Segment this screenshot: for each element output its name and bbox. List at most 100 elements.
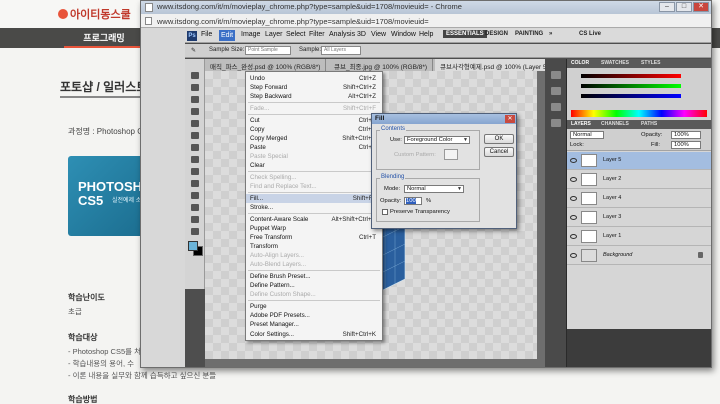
blue-slider[interactable] <box>581 94 681 98</box>
menu-item-paste[interactable]: Paste Ctrl+V <box>246 143 382 152</box>
gradient-tool-icon[interactable] <box>189 191 201 201</box>
brush-tool-icon[interactable] <box>189 155 201 165</box>
workspace-more[interactable]: » <box>549 31 552 37</box>
brush-panel-icon[interactable] <box>551 103 561 111</box>
hand-tool-icon[interactable] <box>189 227 201 237</box>
fill-dialog-titlebar[interactable]: Fill ✕ <box>372 114 516 124</box>
workspace-essentials[interactable]: ESSENTIALS <box>443 30 487 38</box>
menu-item-check-spelling[interactable]: Check Spelling... <box>246 173 382 182</box>
menu-image[interactable]: Image <box>241 31 260 38</box>
use-select[interactable]: Foreground Color ▼ <box>404 136 470 144</box>
menu-item-purge[interactable]: Purge <box>246 302 382 311</box>
red-slider[interactable] <box>581 74 681 78</box>
menu-select[interactable]: Select <box>286 31 305 38</box>
opacity-input[interactable]: 100 <box>404 197 422 205</box>
menu-item-auto-align[interactable]: Auto-Align Layers... <box>246 251 382 260</box>
green-slider[interactable] <box>581 84 681 88</box>
menu-item-define-pattern[interactable]: Define Pattern... <box>246 281 382 290</box>
layer-opacity-input[interactable]: 100% <box>671 131 701 139</box>
menu-item-preset-manager[interactable]: Preset Manager... <box>246 320 382 329</box>
crop-tool-icon[interactable] <box>189 119 201 129</box>
menu-item-step-forward[interactable]: Step Forward Shift+Ctrl+Z <box>246 83 382 92</box>
menu-item-fade[interactable]: Fade... Shift+Ctrl+F <box>246 104 382 113</box>
preserve-transparency-checkbox[interactable] <box>382 209 388 215</box>
layer-row[interactable]: Layer 1 <box>567 228 711 246</box>
menu-item-find-replace[interactable]: Find and Replace Text... <box>246 182 382 191</box>
cancel-button[interactable]: Cancel <box>484 147 514 157</box>
menu-item-transform[interactable]: Transform <box>246 242 382 251</box>
layer-row[interactable]: Layer 3 <box>567 209 711 227</box>
menu-item-fill[interactable]: Fill... Shift+F5 <box>246 194 382 203</box>
layer-row[interactable]: Layer 4 <box>567 190 711 208</box>
type-tool-icon[interactable] <box>189 215 201 225</box>
quick-select-tool-icon[interactable] <box>189 107 201 117</box>
eye-icon[interactable] <box>570 253 577 258</box>
site-logo[interactable]: 아이티동스쿨 <box>58 6 131 22</box>
layer-row[interactable]: Layer 2 <box>567 171 711 189</box>
pen-tool-icon[interactable] <box>189 203 201 213</box>
tab-channels[interactable]: CHANNELS <box>601 121 629 127</box>
menu-help[interactable]: Help <box>419 31 433 38</box>
menu-view[interactable]: View <box>371 31 386 38</box>
layer-fill-input[interactable]: 100% <box>671 141 701 149</box>
menu-3d[interactable]: 3D <box>357 31 366 38</box>
menu-item-free-transform[interactable]: Free Transform Ctrl+T <box>246 233 382 242</box>
foreground-color-swatch[interactable] <box>188 241 198 251</box>
sample-select[interactable]: All Layers <box>321 46 361 55</box>
menu-item-paste-special[interactable]: Paste Special <box>246 152 382 161</box>
maximize-button[interactable]: □ <box>676 2 692 12</box>
layer-row[interactable]: Layer 5 <box>567 152 711 170</box>
marquee-tool-icon[interactable] <box>189 83 201 93</box>
eye-icon[interactable] <box>570 177 577 182</box>
tab-paths[interactable]: PATHS <box>641 121 657 127</box>
tab-layers[interactable]: LAYERS <box>571 121 591 127</box>
cs-live-button[interactable]: CS Live <box>579 31 601 37</box>
menu-edit[interactable]: Edit <box>219 30 236 41</box>
mode-select[interactable]: Normal ▼ <box>404 185 464 193</box>
minimize-button[interactable]: – <box>659 2 675 12</box>
menu-item-cut[interactable]: Cut Ctrl+X <box>246 116 382 125</box>
healing-tool-icon[interactable] <box>189 143 201 153</box>
eraser-tool-icon[interactable] <box>189 179 201 189</box>
adjustments-panel-icon[interactable] <box>551 87 561 95</box>
close-button[interactable]: ✕ <box>693 2 709 12</box>
menu-item-stroke[interactable]: Stroke... <box>246 203 382 212</box>
menu-item-define-shape[interactable]: Define Custom Shape... <box>246 290 382 299</box>
clone-source-panel-icon[interactable] <box>551 119 561 127</box>
workspace-design[interactable]: DESIGN <box>485 31 508 37</box>
menu-item-copy-merged[interactable]: Copy Merged Shift+Ctrl+C <box>246 134 382 143</box>
doc-tab-2[interactable]: 큐브_최종.jpg @ 100% (RGB/8*) <box>329 59 434 71</box>
workspace-painting[interactable]: PAINTING <box>515 31 543 37</box>
tab-styles[interactable]: STYLES <box>641 60 660 66</box>
eye-icon[interactable] <box>570 215 577 220</box>
menu-item-pdf-presets[interactable]: Adobe PDF Presets... <box>246 311 382 320</box>
menu-item-step-backward[interactable]: Step Backward Alt+Ctrl+Z <box>246 92 382 101</box>
dialog-close-icon[interactable]: ✕ <box>505 115 515 123</box>
doc-tab-1[interactable]: 매직_파스_완성.psd @ 100% (RGB/8*) <box>205 59 327 71</box>
eye-icon[interactable] <box>570 234 577 239</box>
menu-item-undo[interactable]: Undo Ctrl+Z <box>246 74 382 83</box>
menu-item-puppet-warp[interactable]: Puppet Warp <box>246 224 382 233</box>
menu-item-clear[interactable]: Clear <box>246 161 382 170</box>
move-tool-icon[interactable] <box>189 71 201 81</box>
lasso-tool-icon[interactable] <box>189 95 201 105</box>
course-banner[interactable]: PHOTOSHO CS5 실전예제 소 <box>68 156 148 236</box>
eye-icon[interactable] <box>570 196 577 201</box>
layer-row[interactable]: Background <box>567 247 711 265</box>
eyedropper-tool-icon[interactable] <box>189 131 201 141</box>
color-spectrum-bar[interactable] <box>571 110 707 117</box>
menu-item-auto-blend[interactable]: Auto-Blend Layers... <box>246 260 382 269</box>
menu-file[interactable]: File <box>201 31 212 38</box>
blend-mode-select[interactable]: Normal <box>570 131 604 139</box>
menu-window[interactable]: Window <box>391 31 416 38</box>
tab-swatches[interactable]: SWATCHES <box>601 60 629 66</box>
stamp-tool-icon[interactable] <box>189 167 201 177</box>
ok-button[interactable]: OK <box>484 134 514 144</box>
menu-filter[interactable]: Filter <box>309 31 325 38</box>
window-titlebar[interactable]: www.itsdong.com/it/m/movieplay_chrome.ph… <box>141 1 711 14</box>
eye-icon[interactable] <box>570 158 577 163</box>
nav-item-programming[interactable]: 프로그래밍 <box>64 31 144 48</box>
menu-item-define-brush[interactable]: Define Brush Preset... <box>246 272 382 281</box>
menu-item-content-aware-scale[interactable]: Content-Aware Scale Alt+Shift+Ctrl+C <box>246 215 382 224</box>
address-bar[interactable]: www.itsdong.com/it/m/movieplay_chrome.ph… <box>141 14 711 28</box>
